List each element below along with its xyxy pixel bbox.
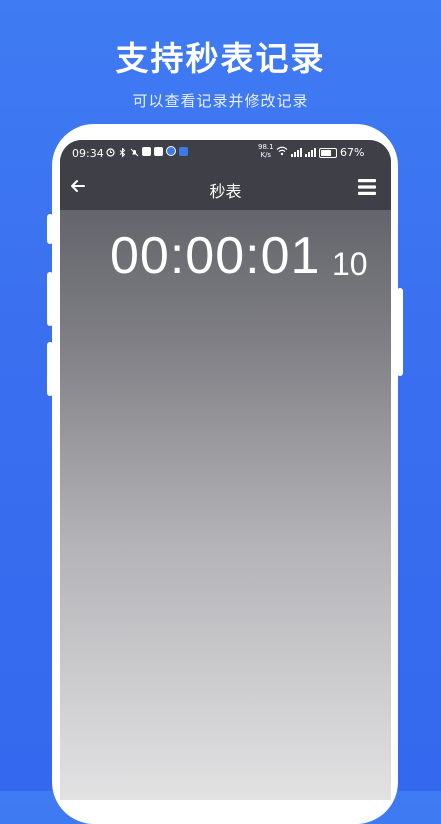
- network-speed-value: 98.1: [258, 143, 274, 151]
- battery-icon: [319, 147, 337, 158]
- alarm-icon: [106, 147, 115, 157]
- network-speed-unit: K/s: [260, 151, 272, 159]
- mute-bell-icon: [130, 147, 139, 156]
- status-time: 09:34: [72, 147, 104, 160]
- signal-icon: [291, 148, 302, 157]
- phone-side-button: [47, 214, 53, 244]
- app-notification-icon: [166, 146, 176, 156]
- phone-screen: 09:34 98.1 K/s 67% 秒表 00:00:01 10: [60, 140, 391, 800]
- promo-subline: 可以查看记录并修改记录: [132, 92, 309, 110]
- mail-icon: [154, 146, 163, 156]
- notification-icons: [106, 146, 188, 158]
- status-right-icons: 67%: [276, 146, 364, 159]
- status-bar: 09:34 98.1 K/s 67%: [60, 140, 391, 166]
- stopwatch-hundredths: 10: [332, 246, 368, 282]
- stopwatch-time: 00:00:01: [110, 227, 321, 285]
- battery-percent: 67%: [340, 146, 365, 159]
- promo-headline: 支持秒表记录: [115, 39, 326, 78]
- phone-side-button: [397, 288, 403, 376]
- signal-icon: [305, 148, 316, 157]
- message-icon: [142, 146, 151, 156]
- page-title: 秒表: [209, 182, 242, 201]
- wifi-icon: [276, 146, 288, 159]
- running-icon: [179, 146, 188, 156]
- hamburger-menu-icon[interactable]: [356, 176, 378, 198]
- phone-side-button: [47, 342, 53, 396]
- bluetooth-icon: [118, 146, 127, 158]
- app-bar: 秒表: [60, 166, 391, 210]
- phone-side-button: [47, 272, 53, 326]
- network-speed: 98.1 K/s: [258, 143, 274, 159]
